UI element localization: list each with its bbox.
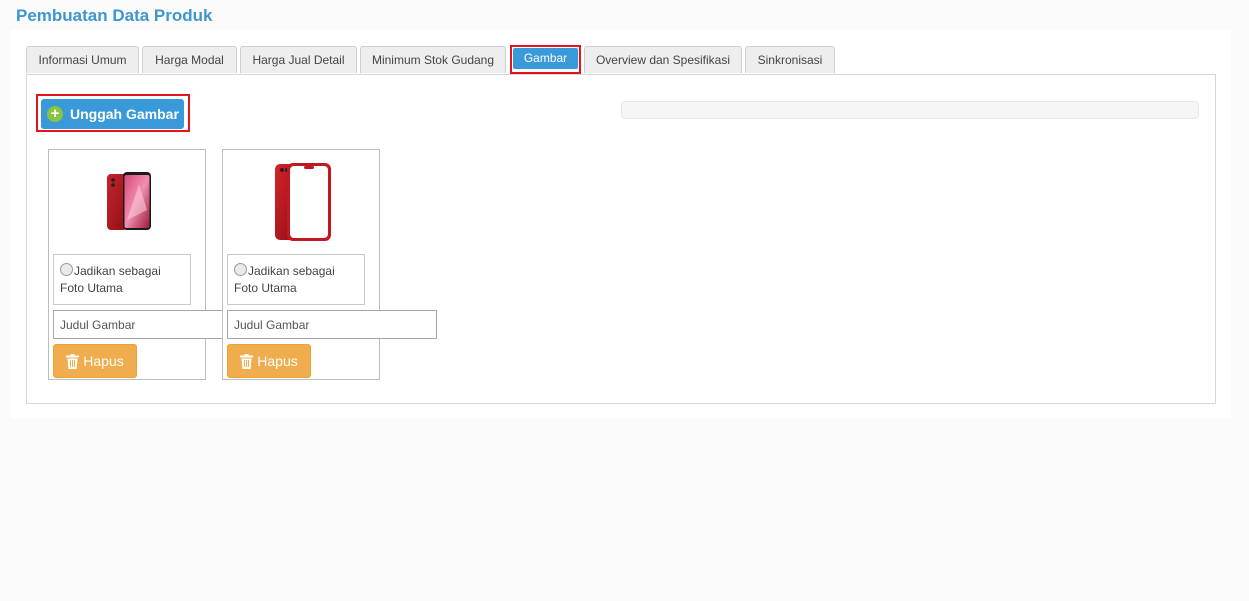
main-photo-label-line2: Foto Utama — [234, 281, 297, 295]
plus-circle-icon: + — [47, 106, 63, 122]
main-photo-option[interactable]: Jadikan sebagai Foto Utama — [53, 254, 191, 305]
upload-progress-bar — [621, 101, 1199, 119]
delete-button-label: Hapus — [83, 353, 124, 369]
phone-image-2 — [275, 163, 331, 241]
phone-image-1 — [107, 172, 151, 230]
tab-label: Gambar — [513, 48, 578, 69]
tab-label: Sinkronisasi — [757, 53, 823, 67]
tab-label: Harga Jual Detail — [252, 53, 345, 67]
main-photo-label-line2: Foto Utama — [60, 281, 123, 295]
tab-label: Informasi Umum — [38, 53, 127, 67]
main-photo-label-line1: Jadikan sebagai — [248, 264, 335, 278]
tab-informasi-umum[interactable]: Informasi Umum — [26, 46, 139, 73]
tab-harga-jual-detail[interactable]: Harga Jual Detail — [240, 46, 357, 73]
main-photo-radio[interactable] — [60, 263, 73, 276]
tab-label: Harga Modal — [155, 53, 224, 67]
main-photo-label-line1: Jadikan sebagai — [74, 264, 161, 278]
main-photo-radio[interactable] — [234, 263, 247, 276]
tab-sinkronisasi[interactable]: Sinkronisasi — [745, 46, 835, 73]
image-card: Jadikan sebagai Foto Utama Hapus — [48, 149, 263, 380]
upload-image-button[interactable]: + Unggah Gambar — [41, 99, 184, 129]
tab-gambar[interactable]: Gambar — [510, 45, 581, 74]
trash-icon — [240, 353, 254, 369]
gambar-tab-content: + Unggah Gambar Jadikan sebagai Foto Uta… — [26, 74, 1216, 404]
tab-overview-spesifikasi[interactable]: Overview dan Spesifikasi — [584, 46, 742, 73]
image-card: Jadikan sebagai Foto Utama Hapus — [222, 149, 437, 380]
delete-button-label: Hapus — [257, 353, 298, 369]
main-photo-option[interactable]: Jadikan sebagai Foto Utama — [227, 254, 365, 305]
tab-harga-modal[interactable]: Harga Modal — [142, 46, 237, 73]
trash-icon — [66, 353, 80, 369]
tab-label: Overview dan Spesifikasi — [595, 53, 731, 67]
delete-image-button[interactable]: Hapus — [53, 344, 137, 378]
image-title-input[interactable] — [227, 310, 437, 339]
tab-label: Minimum Stok Gudang — [371, 53, 495, 67]
product-image[interactable] — [263, 160, 343, 244]
delete-image-button[interactable]: Hapus — [227, 344, 311, 378]
upload-button-label: Unggah Gambar — [70, 106, 179, 122]
tab-minimum-stok-gudang[interactable]: Minimum Stok Gudang — [360, 46, 506, 73]
product-form-panel: Informasi Umum Harga Modal Harga Jual De… — [11, 30, 1231, 418]
product-image[interactable] — [89, 160, 169, 244]
upload-highlight: + Unggah Gambar — [36, 94, 190, 132]
page-title: Pembuatan Data Produk — [16, 6, 213, 25]
